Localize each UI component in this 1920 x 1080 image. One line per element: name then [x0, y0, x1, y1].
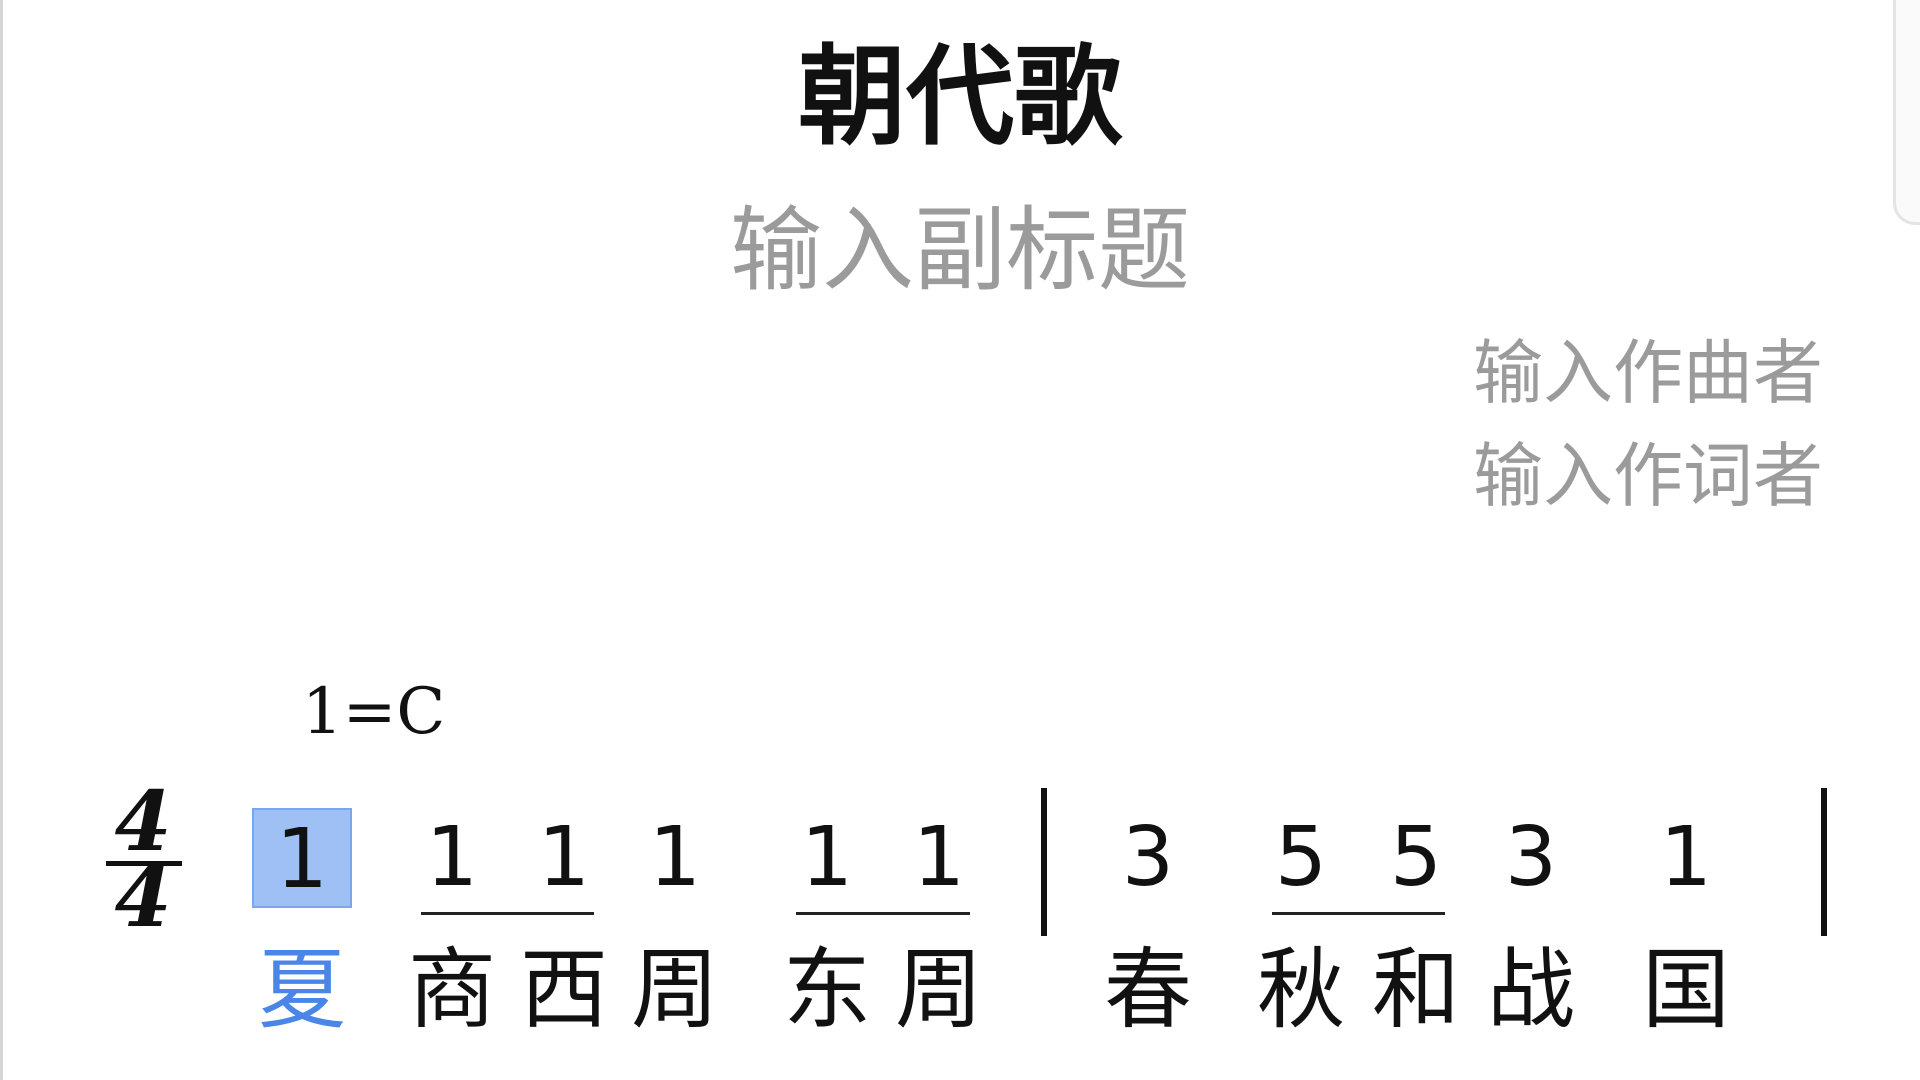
- barline-2[interactable]: [1821, 788, 1827, 936]
- lyric-m2-4[interactable]: 战: [1481, 940, 1581, 1040]
- note-m1-4[interactable]: 1: [625, 808, 725, 908]
- lyric-m1-5[interactable]: 东: [777, 940, 877, 1040]
- lyric-m1-1[interactable]: 夏: [252, 940, 352, 1040]
- lyric-m1-3[interactable]: 西: [514, 940, 614, 1040]
- time-signature-unit: 4: [114, 850, 172, 946]
- note-m2-3[interactable]: 5: [1366, 808, 1466, 908]
- composer-field[interactable]: 输入作曲者: [1473, 333, 1823, 413]
- barline-1[interactable]: [1041, 788, 1047, 936]
- note-m2-2[interactable]: 5: [1251, 808, 1351, 908]
- lyric-m1-4[interactable]: 周: [625, 940, 725, 1040]
- note-m1-3[interactable]: 1: [514, 808, 614, 908]
- lyric-m1-6[interactable]: 周: [889, 940, 989, 1040]
- subtitle-field[interactable]: 输入副标题: [0, 196, 1920, 306]
- key-signature[interactable]: 1=C: [302, 672, 445, 752]
- lyric-m1-2[interactable]: 商: [402, 940, 502, 1040]
- score-title[interactable]: 朝代歌: [0, 28, 1920, 168]
- lyricist-field[interactable]: 输入作词者: [1473, 436, 1823, 516]
- lyric-m2-1[interactable]: 春: [1098, 940, 1198, 1040]
- note-m2-4[interactable]: 3: [1481, 808, 1581, 908]
- note-m1-5[interactable]: 1: [777, 808, 877, 908]
- eighth-beam-m1-b: [796, 912, 970, 915]
- eighth-beam-m2: [1272, 912, 1445, 915]
- lyric-m2-3[interactable]: 和: [1366, 940, 1466, 1040]
- lyric-m2-5[interactable]: 国: [1636, 940, 1736, 1040]
- lyric-m2-2[interactable]: 秋: [1251, 940, 1351, 1040]
- note-m1-2[interactable]: 1: [402, 808, 502, 908]
- note-m1-1[interactable]: 1: [252, 808, 352, 908]
- note-m2-1[interactable]: 3: [1098, 808, 1198, 908]
- time-signature[interactable]: 4 4: [106, 781, 182, 946]
- note-m1-6[interactable]: 1: [889, 808, 989, 908]
- note-m2-5[interactable]: 1: [1636, 808, 1736, 908]
- eighth-beam-m1-a: [421, 912, 594, 915]
